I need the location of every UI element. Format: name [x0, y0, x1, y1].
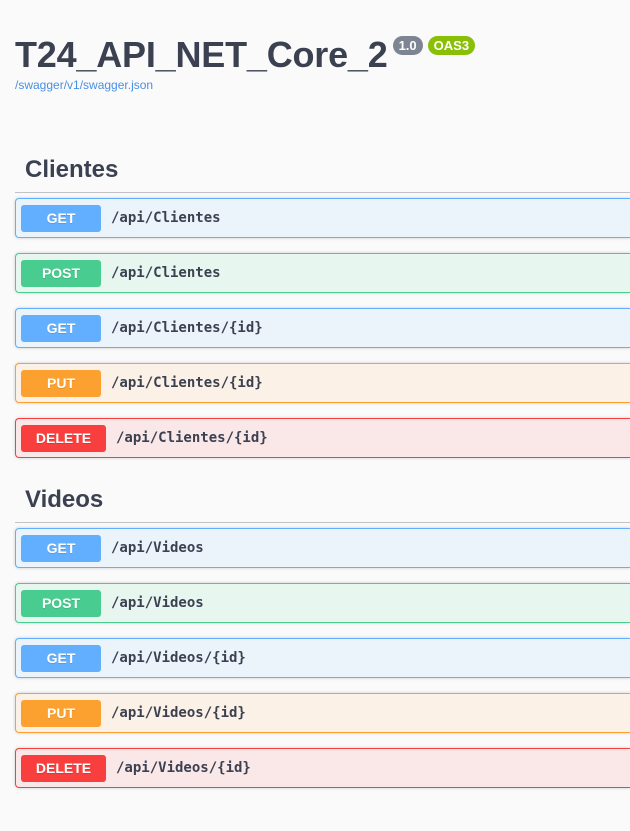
method-badge: GET: [21, 204, 101, 232]
tag-header-clientes[interactable]: Clientes: [15, 148, 630, 193]
operation-path: /api/Videos: [111, 540, 204, 556]
tag-header-videos[interactable]: Videos: [15, 478, 630, 523]
operation-post-videos[interactable]: POST /api/Videos: [15, 583, 630, 623]
title-row: T24_API_NET_Core_2 1.0 OAS3: [15, 32, 476, 78]
operation-path: /api/Clientes/{id}: [111, 375, 263, 391]
tag-section-clientes: Clientes GET /api/Clientes POST /api/Cli…: [15, 148, 630, 473]
operation-put-clientes-id[interactable]: PUT /api/Clientes/{id}: [15, 363, 630, 403]
method-badge: GET: [21, 644, 101, 672]
operation-get-clientes[interactable]: GET /api/Clientes: [15, 198, 630, 238]
api-title: T24_API_NET_Core_2: [15, 34, 388, 75]
oas-badge: OAS3: [427, 36, 476, 55]
operation-get-videos[interactable]: GET /api/Videos: [15, 528, 630, 568]
method-badge: POST: [21, 589, 101, 617]
spec-json-link[interactable]: /swagger/v1/swagger.json: [15, 78, 475, 92]
operation-path: /api/Videos/{id}: [111, 705, 246, 721]
operation-post-clientes[interactable]: POST /api/Clientes: [15, 253, 630, 293]
operation-path: /api/Clientes: [111, 265, 221, 281]
operation-path: /api/Videos: [111, 595, 204, 611]
operation-get-clientes-id[interactable]: GET /api/Clientes/{id}: [15, 308, 630, 348]
version-badge: 1.0: [392, 36, 423, 55]
operation-path: /api/Videos/{id}: [116, 760, 251, 776]
operation-path: /api/Videos/{id}: [111, 650, 246, 666]
operation-delete-videos-id[interactable]: DELETE /api/Videos/{id}: [15, 748, 630, 788]
api-info: T24_API_NET_Core_2 1.0 OAS3 /swagger/v1/…: [15, 32, 476, 92]
method-badge: PUT: [21, 369, 101, 397]
operation-path: /api/Clientes: [111, 210, 221, 226]
operation-delete-clientes-id[interactable]: DELETE /api/Clientes/{id}: [15, 418, 630, 458]
method-badge: PUT: [21, 699, 101, 727]
operation-path: /api/Clientes/{id}: [111, 320, 263, 336]
operation-path: /api/Clientes/{id}: [116, 430, 268, 446]
tag-section-videos: Videos GET /api/Videos POST /api/Videos …: [15, 478, 630, 803]
method-badge: GET: [21, 534, 101, 562]
method-badge: POST: [21, 259, 101, 287]
method-badge: GET: [21, 314, 101, 342]
operation-get-videos-id[interactable]: GET /api/Videos/{id}: [15, 638, 630, 678]
method-badge: DELETE: [21, 424, 106, 452]
operation-put-videos-id[interactable]: PUT /api/Videos/{id}: [15, 693, 630, 733]
method-badge: DELETE: [21, 754, 106, 782]
